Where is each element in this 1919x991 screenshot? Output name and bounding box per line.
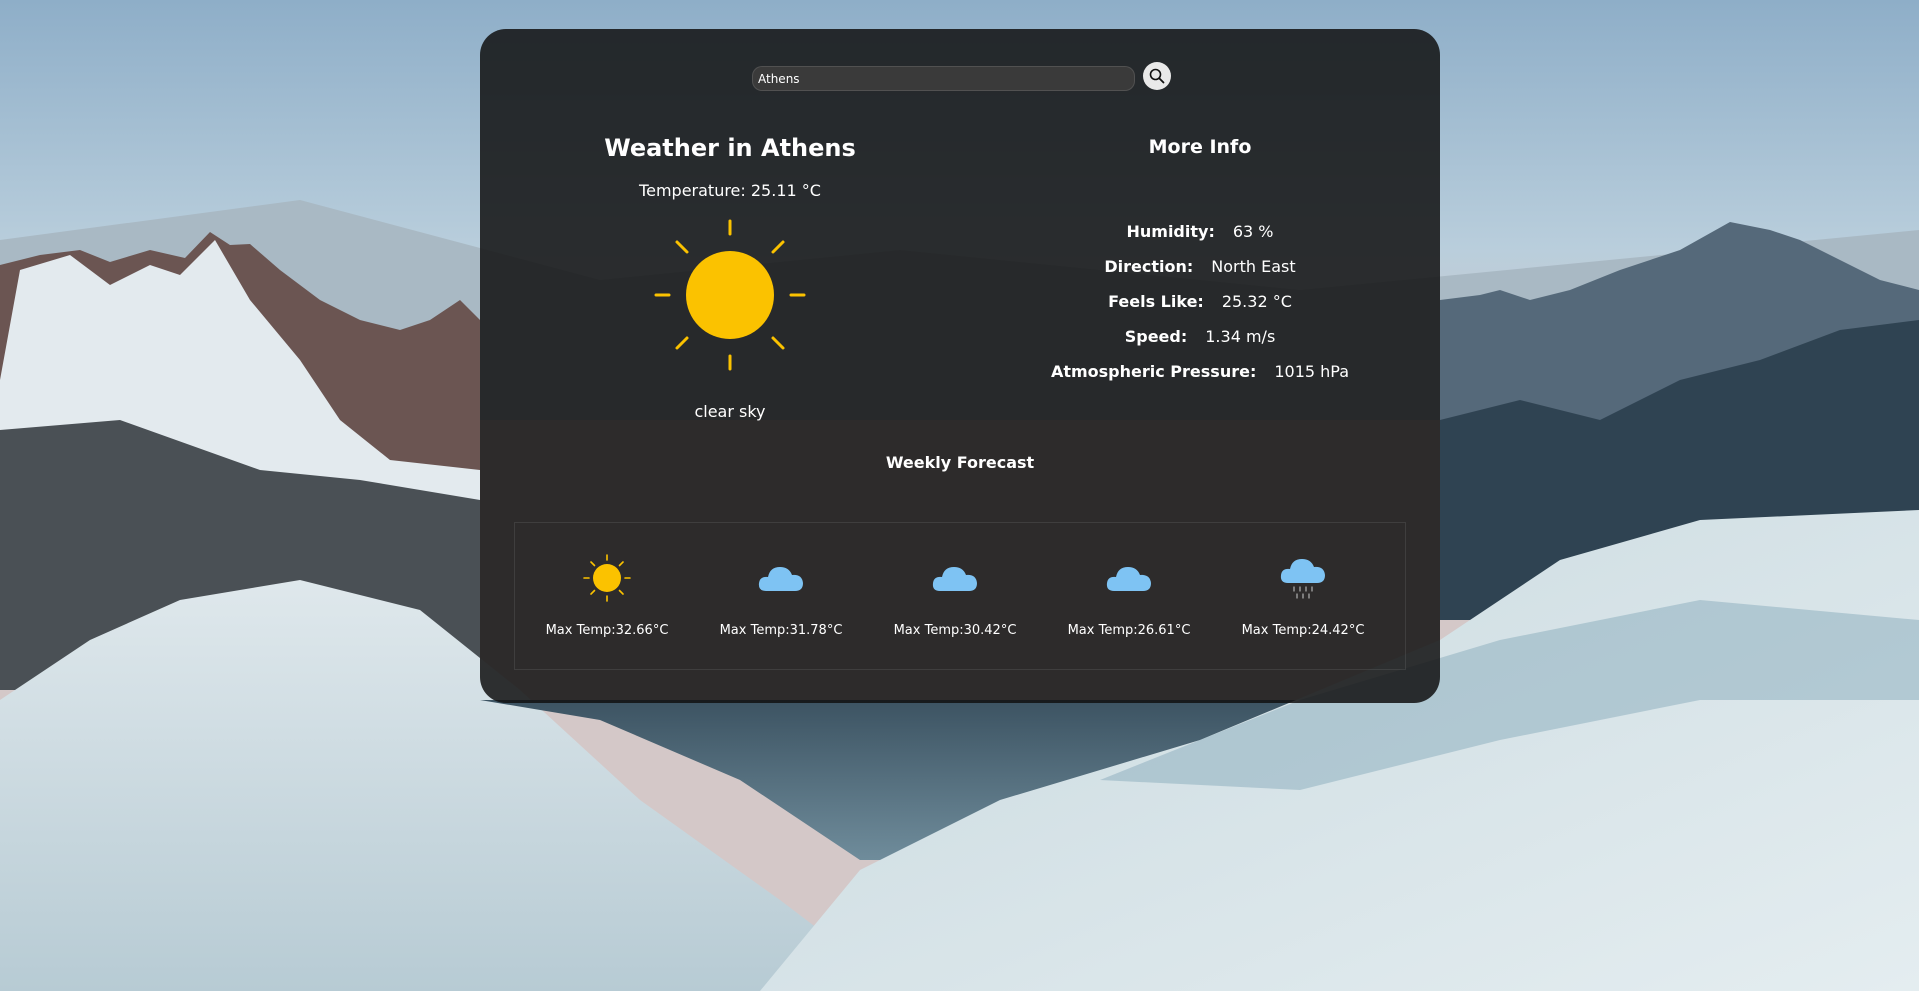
feels-like-label: Feels Like: bbox=[1108, 292, 1204, 311]
humidity-row: Humidity: 63 % bbox=[960, 222, 1440, 257]
weather-card: Weather in Athens Temperature: 25.11 °C … bbox=[480, 29, 1440, 703]
pressure-value: 1015 hPa bbox=[1274, 362, 1350, 381]
weekly-forecast: Max Temp:32.66°C Max Temp:31.78°C Max Te… bbox=[514, 522, 1406, 670]
city-search-input[interactable] bbox=[752, 66, 1135, 91]
rain-cloud-icon bbox=[1280, 559, 1325, 599]
search-bar bbox=[480, 62, 1440, 92]
sun-icon bbox=[654, 219, 806, 371]
forecast-max-temp: Max Temp:31.78°C bbox=[719, 623, 843, 638]
weekly-forecast-title: Weekly Forecast bbox=[885, 453, 1035, 472]
humidity-label: Humidity: bbox=[1126, 222, 1215, 241]
direction-value: North East bbox=[1211, 257, 1296, 276]
pressure-label: Atmospheric Pressure: bbox=[1050, 362, 1257, 381]
forecast-day-1: Max Temp:32.66°C bbox=[520, 523, 694, 671]
forecast-max-temp: Max Temp:30.42°C bbox=[893, 623, 1017, 638]
more-info-list: Humidity: 63 % Direction: North East Feels… bbox=[960, 222, 1440, 397]
feels-like-value: 25.32 °C bbox=[1221, 292, 1292, 311]
forecast-day-3: Max Temp:30.42°C bbox=[868, 523, 1042, 671]
speed-value: 1.34 m/s bbox=[1205, 327, 1276, 346]
forecast-day-2: Max Temp:31.78°C bbox=[694, 523, 868, 671]
more-info-title: More Info bbox=[1148, 136, 1252, 158]
weather-description: clear sky bbox=[694, 402, 766, 421]
cloud-icon bbox=[758, 567, 803, 591]
cloud-icon bbox=[1106, 567, 1151, 591]
cloud-icon bbox=[932, 567, 977, 591]
sun-icon bbox=[583, 554, 631, 602]
weather-title: Weather in Athens bbox=[604, 134, 856, 162]
speed-row: Speed: 1.34 m/s bbox=[960, 327, 1440, 362]
forecast-max-temp: Max Temp:24.42°C bbox=[1241, 623, 1365, 638]
pressure-row: Atmospheric Pressure: 1015 hPa bbox=[960, 362, 1440, 397]
speed-label: Speed: bbox=[1124, 327, 1188, 346]
forecast-day-5: Max Temp:24.42°C bbox=[1216, 523, 1390, 671]
direction-label: Direction: bbox=[1104, 257, 1194, 276]
forecast-max-temp: Max Temp:32.66°C bbox=[545, 623, 669, 638]
current-temperature: Temperature: 25.11 °C bbox=[639, 181, 821, 200]
search-button[interactable] bbox=[1143, 62, 1171, 90]
feels-like-row: Feels Like: 25.32 °C bbox=[960, 292, 1440, 327]
forecast-day-4: Max Temp:26.61°C bbox=[1042, 523, 1216, 671]
humidity-value: 63 % bbox=[1232, 222, 1274, 241]
forecast-max-temp: Max Temp:26.61°C bbox=[1067, 623, 1191, 638]
search-icon bbox=[1149, 68, 1165, 84]
direction-row: Direction: North East bbox=[960, 257, 1440, 292]
